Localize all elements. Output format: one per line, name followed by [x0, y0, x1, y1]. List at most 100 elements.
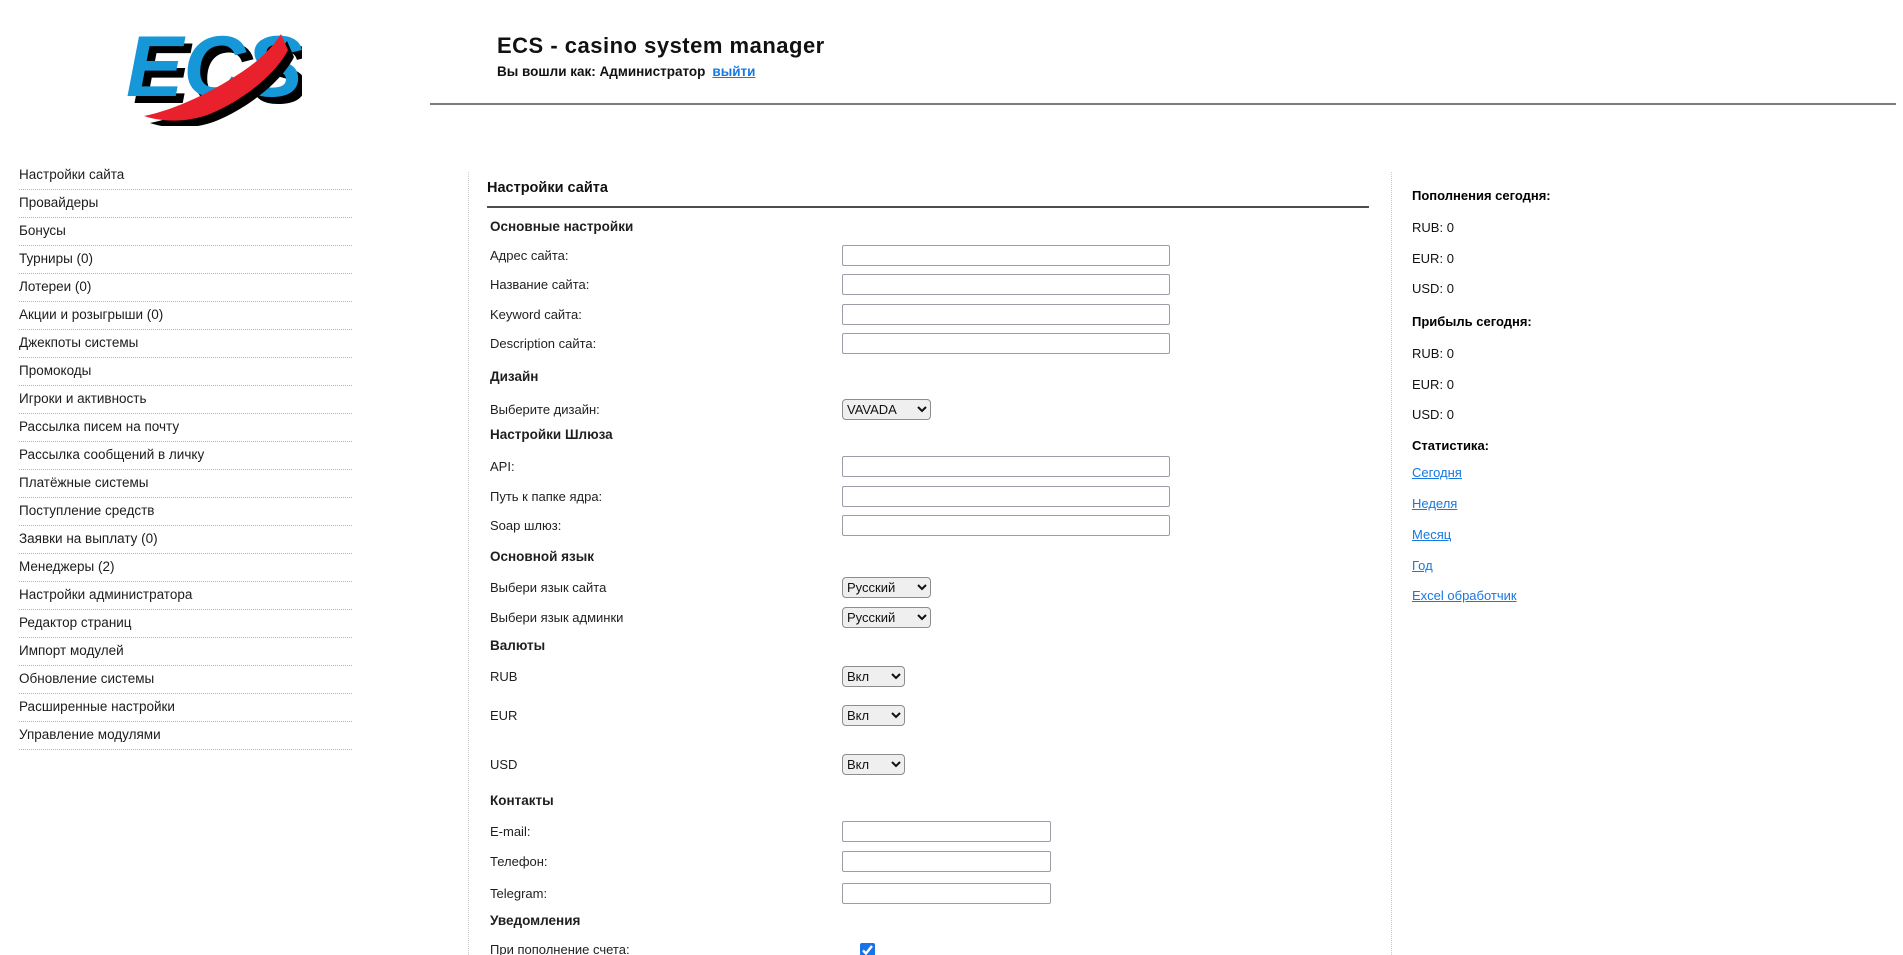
form-row-email: E-mail: — [469, 821, 1391, 845]
section-heading-basic: Основные настройки — [490, 219, 634, 234]
phone-label: Телефон: — [490, 854, 548, 869]
currency-label: EUR: — [1412, 251, 1444, 266]
email-label: E-mail: — [490, 824, 531, 839]
eur-label: EUR — [490, 708, 518, 723]
sidebar-item-page-editor[interactable]: Редактор страниц — [19, 610, 352, 638]
sidebar-item-module-import[interactable]: Импорт модулей — [19, 638, 352, 666]
currency-label: USD: — [1412, 281, 1444, 296]
sidebar-item-promocodes[interactable]: Промокоды — [19, 358, 352, 386]
stat-link-today[interactable]: Сегодня — [1412, 465, 1462, 480]
form-row-design: Выберите дизайн: VAVADA — [469, 399, 1391, 423]
stat-link-excel[interactable]: Excel обработчик — [1412, 588, 1517, 603]
form-row-core-path: Путь к папке ядра: — [469, 486, 1391, 510]
deposit-notify-label: При пополнение счета: — [490, 942, 630, 955]
panel-title: Настройки сайта — [487, 180, 608, 196]
phone-input[interactable] — [842, 851, 1051, 872]
soap-gateway-input[interactable] — [842, 515, 1170, 536]
design-select[interactable]: VAVADA — [842, 399, 931, 420]
sidebar-item-tournaments[interactable]: Турниры (0) — [19, 246, 352, 274]
stat-link-month[interactable]: Месяц — [1412, 527, 1451, 542]
admin-language-label: Выбери язык админки — [490, 610, 624, 625]
soap-gateway-label: Soap шлюз: — [490, 518, 562, 533]
amount: 0 — [1446, 281, 1454, 296]
deposits-rub-value: RUB: 0 — [1412, 220, 1454, 235]
sidebar-item-providers[interactable]: Провайдеры — [19, 190, 352, 218]
profit-rub-value: RUB: 0 — [1412, 346, 1454, 361]
sidebar-item-players-activity[interactable]: Игроки и активность — [19, 386, 352, 414]
amount: 0 — [1446, 251, 1454, 266]
sidebar-item-advanced-settings[interactable]: Расширенные настройки — [19, 694, 352, 722]
stat-link-week[interactable]: Неделя — [1412, 496, 1457, 511]
stat-link-month-row: Месяц — [1412, 527, 1451, 542]
form-row-deposit-notify: При пополнение счета: — [469, 939, 1391, 955]
currency-label: USD: — [1412, 407, 1444, 422]
profit-usd-value: USD: 0 — [1412, 407, 1454, 422]
sidebar-item-site-settings[interactable]: Настройки сайта — [19, 162, 352, 190]
rub-label: RUB — [490, 669, 518, 684]
ecs-logo-graphic: ECS ECS — [126, 19, 310, 128]
login-status: Вы вошли как: Администратор выйти — [497, 64, 755, 79]
rub-toggle-select[interactable]: Вкл — [842, 666, 905, 687]
eur-toggle-select[interactable]: Вкл — [842, 705, 905, 726]
sidebar-item-system-jackpots[interactable]: Джекпоты системы — [19, 330, 352, 358]
core-path-input[interactable] — [842, 486, 1170, 507]
form-row-site-name: Название сайта: — [469, 274, 1391, 298]
profit-today-heading: Прибыль сегодня: — [1412, 314, 1532, 329]
profit-eur-value: EUR: 0 — [1412, 377, 1454, 392]
section-heading-gateway: Настройки Шлюза — [490, 427, 613, 442]
admin-language-select[interactable]: Русский — [842, 607, 931, 628]
sidebar-item-pm-mailing[interactable]: Рассылка сообщений в личку — [19, 442, 352, 470]
stat-link-today-row: Сегодня — [1412, 465, 1462, 480]
site-address-label: Адрес сайта: — [490, 248, 569, 263]
header-divider — [430, 103, 1896, 105]
amount: 0 — [1446, 407, 1454, 422]
section-heading-contacts: Контакты — [490, 793, 554, 808]
form-row-site-language: Выбери язык сайта Русский — [469, 577, 1391, 601]
site-settings-panel: Настройки сайта Основные настройки Адрес… — [468, 172, 1392, 955]
form-row-admin-language: Выбери язык админки Русский — [469, 607, 1391, 631]
telegram-label: Telegram: — [490, 886, 548, 901]
currency-label: RUB: — [1412, 346, 1444, 361]
logout-link[interactable]: выйти — [712, 64, 755, 79]
sidebar-item-bonuses[interactable]: Бонусы — [19, 218, 352, 246]
section-heading-design: Дизайн — [490, 369, 539, 384]
form-row-api: API: — [469, 456, 1391, 480]
login-status-text: Вы вошли как: Администратор — [497, 64, 706, 79]
stat-link-week-row: Неделя — [1412, 496, 1457, 511]
sidebar-item-promotions-raffles[interactable]: Акции и розыгрыши (0) — [19, 302, 352, 330]
site-keyword-label: Keyword сайта: — [490, 307, 582, 322]
usd-toggle-select[interactable]: Вкл — [842, 754, 905, 775]
site-name-input[interactable] — [842, 274, 1170, 295]
form-row-site-keyword: Keyword сайта: — [469, 304, 1391, 328]
site-address-input[interactable] — [842, 245, 1170, 266]
sidebar-item-module-management[interactable]: Управление модулями — [19, 722, 352, 750]
api-input[interactable] — [842, 456, 1170, 477]
stat-link-excel-row: Excel обработчик — [1412, 588, 1517, 603]
stat-link-year-row: Год — [1412, 558, 1433, 573]
core-path-label: Путь к папке ядра: — [490, 489, 603, 504]
site-language-select[interactable]: Русский — [842, 577, 931, 598]
sidebar-item-incoming-funds[interactable]: Поступление средств — [19, 498, 352, 526]
deposit-notify-checkbox[interactable] — [860, 943, 875, 955]
ecs-logo[interactable]: ECS ECS — [112, 12, 310, 128]
site-description-input[interactable] — [842, 333, 1170, 354]
sidebar-item-payment-systems[interactable]: Платёжные системы — [19, 470, 352, 498]
sidebar-item-payout-requests[interactable]: Заявки на выплату (0) — [19, 526, 352, 554]
email-input[interactable] — [842, 821, 1051, 842]
form-row-phone: Телефон: — [469, 851, 1391, 875]
page-title: ECS - casino system manager — [497, 33, 825, 58]
sidebar-item-lotteries[interactable]: Лотереи (0) — [19, 274, 352, 302]
site-name-label: Название сайта: — [490, 277, 590, 292]
deposits-today-heading: Пополнения сегодня: — [1412, 188, 1551, 203]
section-heading-currencies: Валюты — [490, 638, 546, 653]
sidebar-item-admin-settings[interactable]: Настройки администратора — [19, 582, 352, 610]
sidebar-item-email-mailing[interactable]: Рассылка писем на почту — [19, 414, 352, 442]
section-heading-language: Основной язык — [490, 549, 595, 564]
form-row-rub: RUB Вкл — [469, 666, 1391, 690]
site-keyword-input[interactable] — [842, 304, 1170, 325]
sidebar-item-system-update[interactable]: Обновление системы — [19, 666, 352, 694]
sidebar-item-managers[interactable]: Менеджеры (2) — [19, 554, 352, 582]
stat-link-year[interactable]: Год — [1412, 558, 1433, 573]
design-label: Выберите дизайн: — [490, 402, 600, 417]
telegram-input[interactable] — [842, 883, 1051, 904]
